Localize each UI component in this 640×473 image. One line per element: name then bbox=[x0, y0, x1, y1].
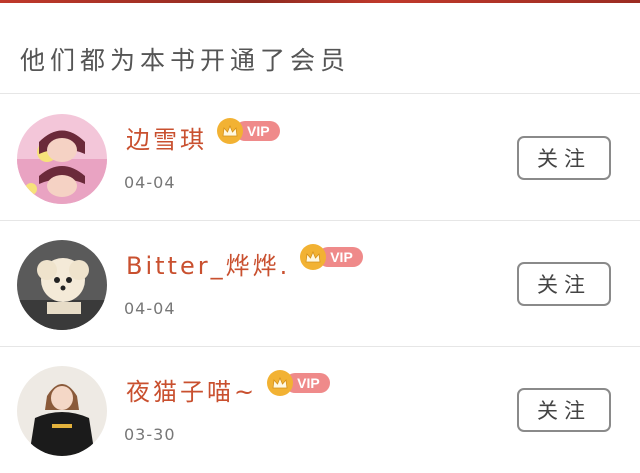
avatar[interactable] bbox=[17, 240, 107, 330]
member-row[interactable]: 夜猫子喵~ VIP 03-30 关注 bbox=[0, 347, 640, 473]
member-name[interactable]: Bitter_烨烨. bbox=[126, 246, 290, 281]
crown-icon bbox=[267, 370, 294, 396]
member-date: 04-04 bbox=[124, 173, 176, 192]
member-row[interactable]: 边雪琪 VIP 04-04 关注 bbox=[0, 95, 640, 221]
member-name[interactable]: 边雪琪 bbox=[126, 120, 207, 155]
member-name[interactable]: 夜猫子喵~ bbox=[126, 372, 257, 407]
member-row[interactable]: Bitter_烨烨. VIP 04-04 关注 bbox=[0, 221, 640, 347]
crown-icon bbox=[217, 118, 243, 144]
crown-icon bbox=[300, 244, 327, 270]
section-header: 他们都为本书开通了会员 bbox=[0, 3, 640, 94]
vip-badge: VIP bbox=[217, 118, 280, 144]
vip-badge: VIP bbox=[300, 244, 363, 270]
name-line: 夜猫子喵~ VIP bbox=[126, 369, 330, 409]
name-line: Bitter_烨烨. VIP bbox=[126, 243, 363, 283]
avatar[interactable] bbox=[17, 114, 107, 204]
follow-button[interactable]: 关注 bbox=[517, 262, 611, 306]
vip-badge: VIP bbox=[267, 370, 330, 396]
member-date: 03-30 bbox=[124, 425, 176, 444]
follow-button[interactable]: 关注 bbox=[517, 388, 611, 432]
name-line: 边雪琪 VIP bbox=[126, 117, 280, 157]
avatar[interactable] bbox=[17, 366, 107, 456]
member-date: 04-04 bbox=[124, 299, 176, 318]
follow-button[interactable]: 关注 bbox=[517, 136, 611, 180]
section-title: 他们都为本书开通了会员 bbox=[20, 46, 351, 75]
